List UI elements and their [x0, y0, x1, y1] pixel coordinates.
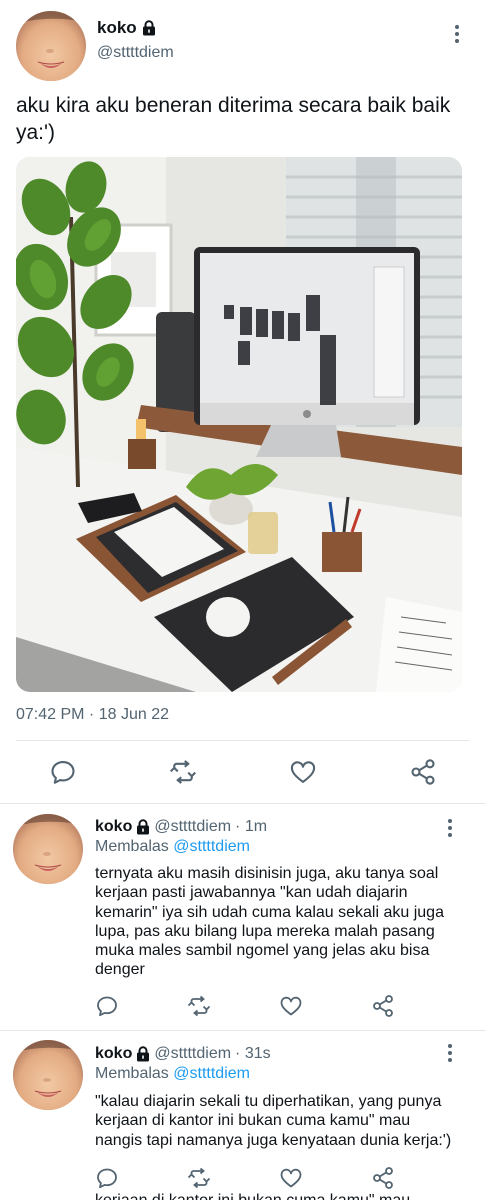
reply-icon[interactable] [48, 757, 78, 787]
reply-icon[interactable] [92, 991, 122, 1021]
more-icon[interactable] [447, 21, 467, 47]
overlapping-text: kerjaan di kantor ini bukan cuma kamu" m… [95, 1192, 410, 1200]
mention-link[interactable]: @sttttdiem [173, 1065, 250, 1082]
reply-actions [0, 991, 486, 1021]
display-name[interactable]: koko [97, 18, 137, 38]
reply-text: ternyata aku masih disinisin juga, aku t… [95, 865, 444, 979]
more-icon[interactable] [440, 815, 460, 841]
reply-icon[interactable] [92, 1163, 122, 1193]
like-icon[interactable] [276, 991, 306, 1021]
lock-icon [142, 20, 156, 36]
reply-time: · 1m [235, 818, 268, 835]
divider [16, 740, 470, 741]
author-handle[interactable]: @sttttdiem [97, 44, 174, 62]
display-name[interactable]: koko [95, 818, 132, 836]
tweet-photo[interactable] [16, 157, 462, 692]
replying-prefix: Membalas [95, 1065, 169, 1082]
avatar[interactable] [13, 1040, 83, 1110]
share-icon[interactable] [408, 757, 438, 787]
tweet-timestamp[interactable]: 07:42 PM · 18 Jun 22 [16, 706, 169, 724]
divider [0, 803, 486, 804]
avatar[interactable] [16, 11, 86, 81]
lock-icon [136, 819, 150, 835]
reply-actions [0, 1163, 486, 1193]
tweet-actions [0, 748, 486, 796]
lock-icon [136, 1046, 150, 1062]
retweet-icon[interactable] [184, 991, 214, 1021]
reply-header: koko @sttttdiem · 31s [95, 1045, 271, 1063]
retweet-icon[interactable] [184, 1163, 214, 1193]
share-icon[interactable] [368, 991, 398, 1021]
replying-to: Membalas @sttttdiem [95, 1065, 250, 1083]
mention-link[interactable]: @sttttdiem [173, 838, 250, 855]
share-icon[interactable] [368, 1163, 398, 1193]
author-name-row[interactable]: koko [97, 18, 156, 38]
avatar[interactable] [13, 814, 83, 884]
like-icon[interactable] [288, 757, 318, 787]
reply-time: · 31s [235, 1045, 271, 1062]
author-handle[interactable]: @sttttdiem [154, 1045, 231, 1063]
reply-header: koko @sttttdiem · 1m [95, 818, 267, 836]
retweet-icon[interactable] [168, 757, 198, 787]
tweet-text: aku kira aku beneran diterima secara bai… [16, 94, 451, 144]
replying-prefix: Membalas [95, 838, 169, 855]
reply-text: "kalau diajarin sekali tu diperhatikan, … [95, 1093, 452, 1149]
display-name[interactable]: koko [95, 1045, 132, 1063]
replying-to: Membalas @sttttdiem [95, 838, 250, 856]
author-handle[interactable]: @sttttdiem [154, 818, 231, 836]
more-icon[interactable] [440, 1040, 460, 1066]
divider [0, 1030, 486, 1031]
like-icon[interactable] [276, 1163, 306, 1193]
